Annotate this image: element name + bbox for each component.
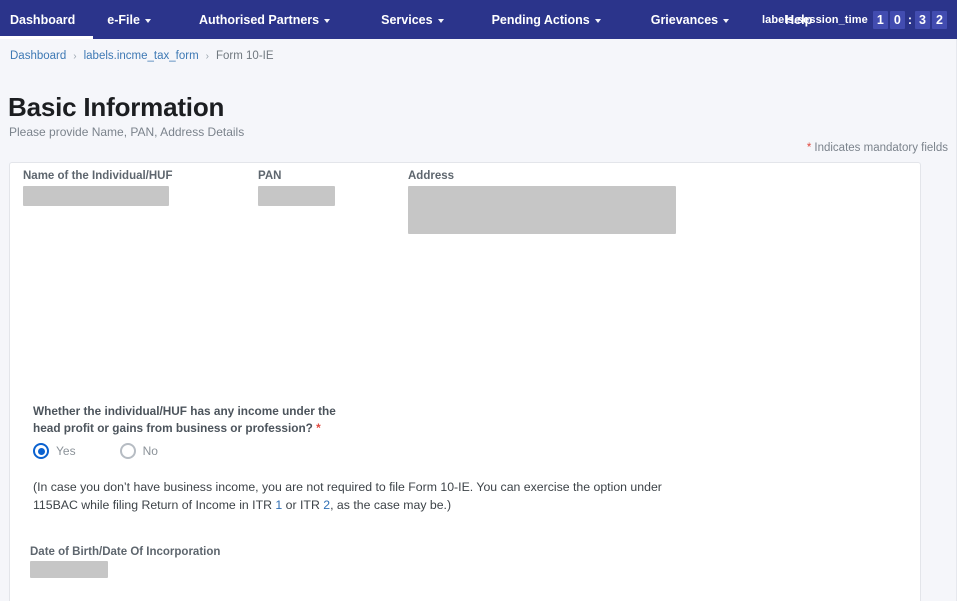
required-star: * xyxy=(316,421,321,436)
radio-no-label: No xyxy=(142,444,158,458)
note-part-2: or ITR xyxy=(282,498,324,513)
nav-item-pending-actions[interactable]: Pending Actions xyxy=(462,0,619,39)
radio-yes-indicator[interactable] xyxy=(33,443,49,459)
session-timer-label: labels.session_time xyxy=(761,13,868,26)
chevron-down-icon xyxy=(324,18,331,23)
basic-information-card: Name of the Individual/HUF PAN Address W… xyxy=(9,162,921,601)
mandatory-star: * xyxy=(806,142,812,154)
form-10ie-note: (In case you don’t have business income,… xyxy=(33,478,693,515)
breadcrumb-item-dashboard[interactable]: Dashboard xyxy=(10,50,66,62)
radio-option-no[interactable]: No xyxy=(119,443,158,459)
session-colon: : xyxy=(907,12,912,27)
question-line-1: Whether the individual/HUF has any incom… xyxy=(33,404,336,418)
main-navbar: Dashboard e-File Authorised Partners Ser… xyxy=(0,0,957,39)
nav-item-label: e-File xyxy=(107,12,140,27)
chevron-down-icon xyxy=(144,18,151,23)
nav-item-grievances[interactable]: Grievances xyxy=(619,0,747,39)
page-subtitle: Please provide Name, PAN, Address Detail… xyxy=(9,125,245,139)
breadcrumb-item-income-tax-form[interactable]: labels.incme_tax_form xyxy=(84,50,199,62)
radio-yes-label: Yes xyxy=(56,444,76,458)
field-address: Address xyxy=(408,170,676,234)
date-of-birth-label: Date of Birth/Date Of Incorporation xyxy=(30,546,221,558)
breadcrumb-separator: › xyxy=(205,50,210,62)
nav-item-e-file[interactable]: e-File xyxy=(93,0,169,39)
nav-item-authorised-partners[interactable]: Authorised Partners xyxy=(169,0,348,39)
session-digit: 2 xyxy=(932,10,947,29)
page-root: Dashboard e-File Authorised Partners Ser… xyxy=(0,0,957,601)
session-timer: labels.session_time 1 0 : 3 2 xyxy=(762,0,947,39)
field-name-of-individual: Name of the Individual/HUF xyxy=(23,170,173,206)
business-income-question: Whether the individual/HUF has any incom… xyxy=(33,403,363,438)
session-digit: 3 xyxy=(915,10,930,29)
nav-item-services[interactable]: Services xyxy=(348,0,461,39)
radio-no-indicator[interactable] xyxy=(119,443,136,459)
nav-item-label: Services xyxy=(381,12,433,27)
nav-item-dashboard[interactable]: Dashboard xyxy=(0,0,94,39)
question-line-2: head profit or gains from business or pr… xyxy=(33,421,313,436)
chevron-down-icon xyxy=(437,18,444,23)
chevron-down-icon xyxy=(594,18,601,23)
nav-item-label: Pending Actions xyxy=(491,12,590,27)
session-digit: 1 xyxy=(872,10,888,29)
field-label: Name of the Individual/HUF xyxy=(23,170,173,182)
field-pan: PAN xyxy=(258,170,335,206)
mandatory-note-text: Indicates mandatory fields xyxy=(814,142,948,154)
breadcrumb-item-current: Form 10-IE xyxy=(216,50,274,62)
nav-item-label: Grievances xyxy=(650,12,719,27)
breadcrumb-separator: › xyxy=(73,50,77,62)
field-label: PAN xyxy=(258,170,282,182)
pan-input-redacted[interactable] xyxy=(258,186,335,206)
field-label: Address xyxy=(408,170,455,182)
business-income-radio-group: Yes No xyxy=(33,443,158,459)
address-input-redacted[interactable] xyxy=(408,186,676,234)
breadcrumb: Dashboard › labels.incme_tax_form › Form… xyxy=(10,50,274,62)
mandatory-fields-note: * Indicates mandatory fields xyxy=(807,142,948,154)
session-digit: 0 xyxy=(889,10,905,29)
page-title: Basic Information xyxy=(8,92,225,122)
note-part-3: , as the case may be.) xyxy=(330,498,452,513)
date-of-birth-input-redacted[interactable] xyxy=(30,561,108,578)
nav-item-label: Dashboard xyxy=(10,12,76,27)
radio-option-yes[interactable]: Yes xyxy=(33,443,76,459)
chevron-down-icon xyxy=(723,18,730,23)
session-timer-digits: 1 0 : 3 2 xyxy=(872,10,947,29)
nav-item-label: Authorised Partners xyxy=(198,12,320,27)
name-input-redacted[interactable] xyxy=(23,186,169,206)
